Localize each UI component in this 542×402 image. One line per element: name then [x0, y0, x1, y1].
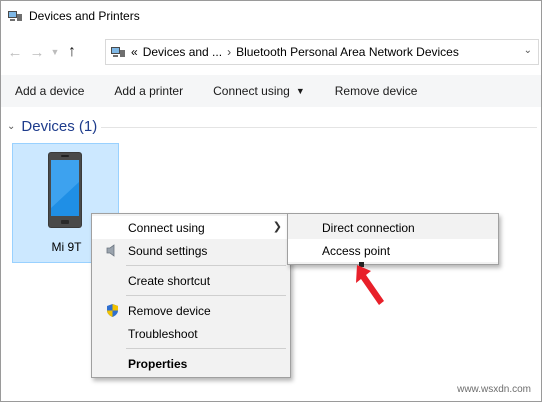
menu-item-create-shortcut[interactable]: Create shortcut — [92, 269, 290, 292]
menu-item-label: Connect using — [128, 220, 205, 235]
menu-separator — [126, 265, 286, 266]
smartphone-icon — [48, 152, 82, 228]
devices-and-printers-window: Devices and Printers ← → ▼ ↑ « Devices a… — [0, 0, 542, 402]
speaker-icon — [106, 244, 115, 257]
connect-using-label: Connect using — [213, 84, 290, 98]
menu-item-label: Properties — [128, 356, 188, 371]
menu-item-label: Create shortcut — [128, 273, 211, 288]
menu-separator — [126, 295, 286, 296]
address-bar[interactable]: « Devices and ... › Bluetooth Personal A… — [105, 39, 539, 65]
breadcrumb-overflow[interactable]: « — [131, 45, 138, 59]
menu-item-sound-settings[interactable]: Sound settings — [92, 239, 290, 262]
back-arrow-icon[interactable]: ← — [4, 41, 26, 63]
recent-locations-chevron-icon[interactable]: ▼ — [48, 41, 62, 63]
group-divider — [101, 127, 537, 128]
submenu-item-access-point[interactable]: Access point — [288, 239, 498, 262]
breadcrumb-separator-icon: › — [227, 45, 232, 59]
menu-separator — [126, 348, 286, 349]
breadcrumb-bluetooth-pan[interactable]: Bluetooth Personal Area Network Devices — [236, 45, 459, 59]
devices-printers-location-icon — [111, 47, 125, 57]
submenu-item-label: Direct connection — [322, 220, 415, 235]
devices-group-header[interactable]: ⌄ Devices (1) — [7, 115, 97, 137]
submenu-item-label: Access point — [322, 243, 391, 258]
devices-printers-icon — [8, 11, 22, 21]
submenu-item-direct-connection[interactable]: Direct connection — [288, 216, 498, 239]
up-arrow-icon[interactable]: ↑ — [62, 41, 82, 63]
connect-using-submenu: Direct connection Access point — [287, 213, 499, 265]
menu-item-connect-using[interactable]: Connect using ❯ — [92, 216, 290, 239]
menu-item-label: Remove device — [128, 303, 211, 318]
dropdown-caret-icon: ▼ — [295, 86, 305, 96]
menu-item-troubleshoot[interactable]: Troubleshoot — [92, 322, 290, 345]
window-title: Devices and Printers — [29, 9, 140, 23]
devices-group-label: Devices (1) — [21, 117, 98, 135]
title-bar: Devices and Printers — [1, 1, 541, 31]
collapse-chevron-icon[interactable]: ⌄ — [7, 121, 15, 132]
menu-item-remove-device[interactable]: Remove device — [92, 299, 290, 322]
device-context-menu: Connect using ❯ Sound settings Create sh… — [91, 213, 291, 378]
menu-item-properties[interactable]: Properties — [92, 352, 290, 375]
shield-icon — [107, 304, 118, 317]
add-device-button[interactable]: Add a device — [1, 75, 92, 107]
forward-arrow-icon[interactable]: → — [26, 41, 48, 63]
submenu-chevron-right-icon: ❯ — [272, 221, 282, 233]
breadcrumb-devices[interactable]: Devices and ... — [143, 45, 222, 59]
address-dropdown-chevron-icon[interactable]: ⌄ — [524, 45, 532, 56]
connect-using-button[interactable]: Connect using ▼ — [205, 75, 313, 107]
red-annotation-arrow-icon — [356, 265, 384, 305]
watermark: www.wsxdn.com — [457, 384, 531, 395]
command-toolbar: Add a device Add a printer Connect using… — [1, 75, 541, 107]
menu-item-label: Sound settings — [128, 243, 208, 258]
remove-device-button[interactable]: Remove device — [327, 75, 426, 107]
add-printer-button[interactable]: Add a printer — [106, 75, 191, 107]
navigation-bar: ← → ▼ ↑ « Devices and ... › Bluetooth Pe… — [1, 37, 541, 67]
menu-item-label: Troubleshoot — [128, 326, 198, 341]
